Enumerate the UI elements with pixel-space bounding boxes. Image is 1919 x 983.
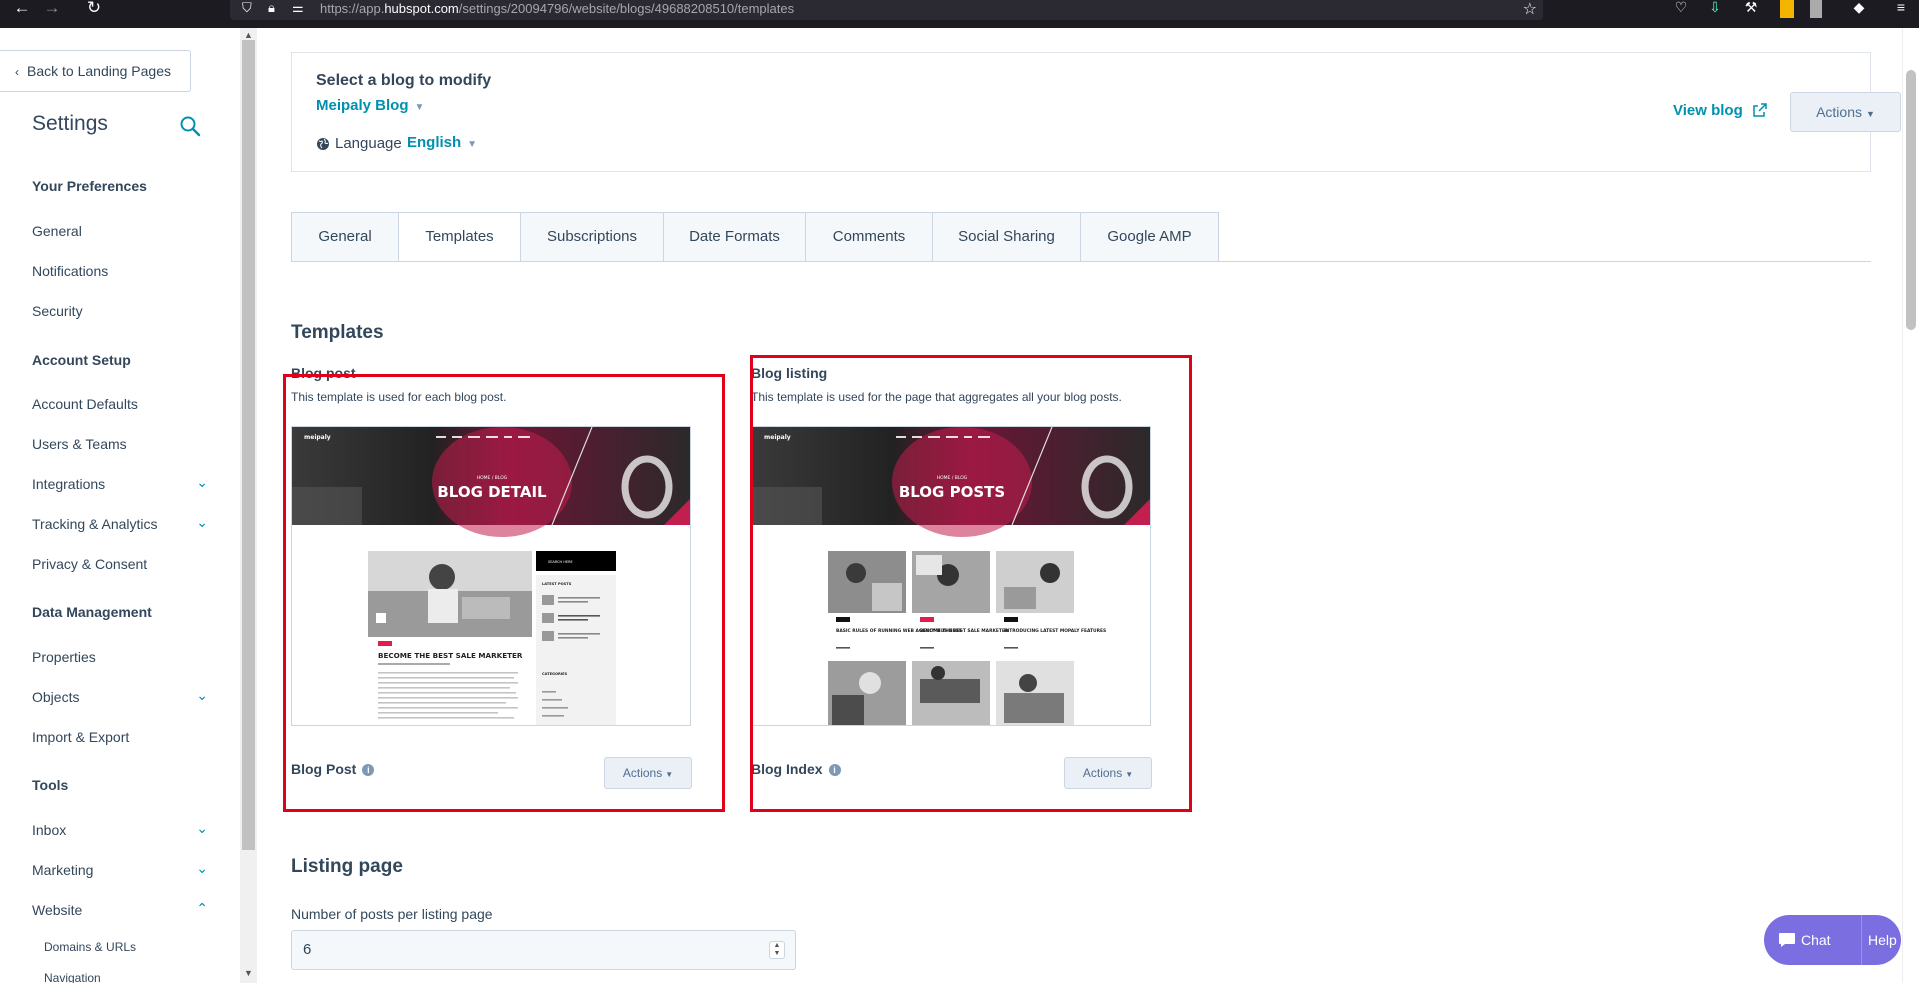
sidebar-subitem-navigation[interactable]: Navigation	[44, 971, 101, 983]
back-button-label: Back to Landing Pages	[27, 63, 171, 79]
chat-button[interactable]: Chat	[1764, 915, 1861, 965]
tabs-divider	[291, 261, 1871, 262]
blog-dropdown-value: Meipaly Blog	[316, 97, 409, 114]
tab-templates[interactable]: Templates	[399, 212, 521, 262]
posts-per-page-value: 6	[303, 941, 312, 958]
sidebar-item-import-export[interactable]: Import & Export	[32, 729, 202, 745]
actions-label: Actions	[1816, 104, 1862, 120]
highlight-box	[750, 355, 1192, 812]
sidebar-item-integrations[interactable]: Integrations ⌄	[32, 474, 208, 492]
search-icon[interactable]	[178, 114, 202, 138]
templates-heading: Templates	[291, 322, 384, 343]
sidebar-item-objects[interactable]: Objects ⌄	[32, 687, 208, 705]
sidebar-item-label: Inbox	[32, 822, 67, 838]
highlight-box	[283, 374, 725, 812]
chat-bubble-icon	[1779, 933, 1795, 947]
language-label: Language	[335, 135, 402, 152]
tab-social-sharing[interactable]: Social Sharing	[933, 212, 1081, 262]
sidebar-item-tracking-analytics[interactable]: Tracking & Analytics ⌄	[32, 514, 208, 532]
sidebar-item-label: Website	[32, 902, 83, 918]
extension-icon[interactable]	[1780, 0, 1794, 18]
caret-down-icon: ▼	[467, 139, 478, 150]
section-your-preferences: Your Preferences	[32, 178, 147, 194]
posts-per-page-input[interactable]: 6 ▲ ▼	[291, 930, 796, 970]
shield-icon[interactable]: ⛉	[242, 0, 252, 16]
tab-google-amp[interactable]: Google AMP	[1081, 212, 1219, 262]
wrench-icon[interactable]: ⚒	[1740, 0, 1762, 18]
extension-icon[interactable]: ◆	[1848, 0, 1870, 18]
blog-actions-button[interactable]: Actions ▼	[1790, 92, 1901, 132]
forward-arrow-icon[interactable]: →	[38, 0, 66, 28]
sidebar-item-marketing[interactable]: Marketing ⌄	[32, 860, 208, 878]
sidebar-item-security[interactable]: Security	[32, 303, 202, 319]
sidebar-item-users-teams[interactable]: Users & Teams	[32, 436, 202, 452]
sidebar-item-inbox[interactable]: Inbox ⌄	[32, 820, 208, 838]
tab-general[interactable]: General	[291, 212, 399, 262]
chevron-down-icon: ⌄	[196, 687, 208, 703]
view-blog-link[interactable]: View blog	[1673, 102, 1743, 119]
number-stepper[interactable]: ▲ ▼	[769, 941, 785, 959]
sidebar-item-notifications[interactable]: Notifications	[32, 263, 202, 279]
download-icon[interactable]: ⇩	[1704, 0, 1726, 18]
tab-date-formats[interactable]: Date Formats	[664, 212, 806, 262]
posts-per-page-label: Number of posts per listing page	[291, 906, 493, 922]
sidebar-item-label: Tracking & Analytics	[32, 516, 158, 532]
page-scroll-thumb[interactable]	[1906, 70, 1916, 330]
sidebar-subitem-domains-urls[interactable]: Domains & URLs	[44, 940, 136, 954]
browser-toolbar: ← → ↻ ⛉ 🔒︎ ⚌ https://app.hubspot.com/set…	[0, 0, 1919, 28]
blog-dropdown[interactable]: Meipaly Blog ▼	[316, 97, 424, 114]
settings-title: Settings	[32, 112, 108, 135]
settings-tabs: General Templates Subscriptions Date For…	[291, 212, 1219, 262]
tab-subscriptions[interactable]: Subscriptions	[521, 212, 664, 262]
sidebar-item-label: Objects	[32, 689, 80, 705]
settings-sidebar: ‹ Back to Landing Pages Settings Your Pre…	[0, 28, 240, 983]
bookmark-star-icon[interactable]: ☆	[1523, 0, 1537, 19]
chat-label: Chat	[1801, 932, 1831, 948]
language-dropdown[interactable]: English ▼	[407, 134, 477, 151]
sidebar-item-label: Integrations	[32, 476, 106, 492]
permissions-icon[interactable]: ⚌	[292, 0, 304, 16]
external-link-icon[interactable]	[1753, 103, 1767, 117]
chevron-left-icon: ‹	[15, 65, 19, 79]
address-bar[interactable]: ⛉ 🔒︎ ⚌ https://app.hubspot.com/settings/…	[230, 0, 1543, 20]
section-tools: Tools	[32, 777, 69, 793]
sidebar-item-website[interactable]: Website ⌃	[32, 900, 208, 918]
back-to-landing-pages-button[interactable]: ‹ Back to Landing Pages	[0, 50, 191, 92]
globe-icon	[317, 138, 329, 150]
chevron-down-icon: ⌄	[196, 514, 208, 530]
back-arrow-icon[interactable]: ←	[8, 0, 36, 28]
sidebar-item-label: Marketing	[32, 862, 94, 878]
section-account-setup: Account Setup	[32, 352, 131, 368]
main-content: Select a blog to modify Meipaly Blog ▼ La…	[257, 28, 1902, 983]
chevron-down-icon: ⌄	[196, 860, 208, 876]
extension-icon[interactable]	[1810, 0, 1822, 18]
caret-down-icon: ▼	[1866, 109, 1875, 119]
sidebar-item-general[interactable]: General	[32, 223, 202, 239]
reload-icon[interactable]: ↻	[80, 0, 108, 28]
listing-page-heading: Listing page	[291, 856, 403, 877]
caret-down-icon: ▼	[414, 102, 425, 113]
blog-selector-card: Select a blog to modify Meipaly Blog ▼ La…	[291, 52, 1901, 172]
sidebar-item-properties[interactable]: Properties	[32, 649, 202, 665]
chevron-down-icon: ⌄	[196, 820, 208, 836]
sidebar-item-account-defaults[interactable]: Account Defaults	[32, 396, 202, 412]
pocket-icon[interactable]: ♡	[1670, 0, 1692, 18]
tab-comments[interactable]: Comments	[806, 212, 933, 262]
sidebar-scroll-thumb[interactable]	[242, 40, 255, 850]
menu-icon[interactable]: ≡	[1890, 0, 1912, 18]
url-text[interactable]: https://app.hubspot.com/settings/2009479…	[320, 1, 794, 16]
section-data-management: Data Management	[32, 604, 152, 620]
chevron-up-icon: ⌃	[196, 900, 208, 916]
lock-icon[interactable]: 🔒︎	[268, 0, 275, 16]
select-blog-heading: Select a blog to modify	[316, 72, 492, 89]
scroll-down-icon[interactable]: ▼	[240, 968, 257, 982]
chevron-down-icon: ⌄	[196, 474, 208, 490]
language-dropdown-value: English	[407, 134, 462, 151]
sidebar-item-privacy-consent[interactable]: Privacy & Consent	[32, 556, 202, 572]
